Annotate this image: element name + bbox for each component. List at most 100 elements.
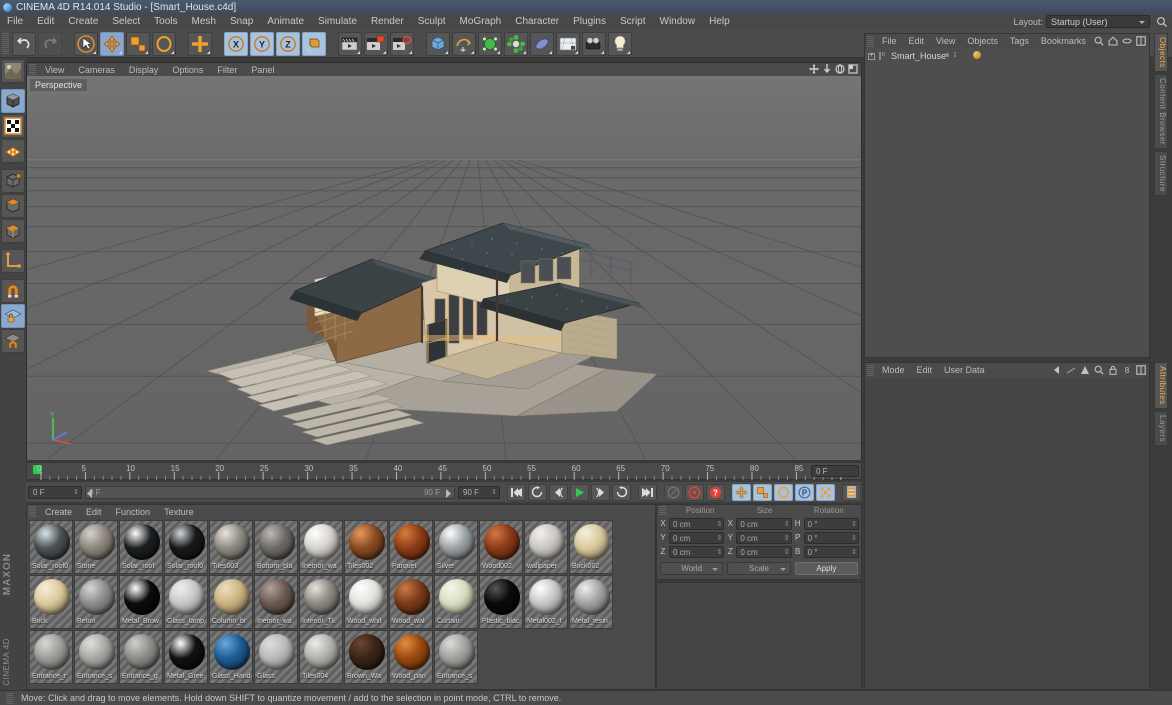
viewport-menu-options[interactable]: Options xyxy=(165,65,210,75)
points-mode[interactable] xyxy=(1,139,25,163)
material-swatch[interactable]: Plastic_blac xyxy=(479,575,523,629)
light[interactable] xyxy=(608,31,632,56)
pos-x-field[interactable]: 0 cm xyxy=(669,517,725,530)
material-swatch[interactable]: Solar_roof xyxy=(119,520,163,574)
render-settings[interactable] xyxy=(390,31,414,56)
right-tab-attributes[interactable]: Attributes xyxy=(1154,362,1168,409)
object-menu-edit[interactable]: Edit xyxy=(903,36,931,46)
workplane-magnet[interactable] xyxy=(1,329,25,353)
right-tab-content-browser[interactable]: Content Browser xyxy=(1154,73,1168,149)
array-modeling[interactable] xyxy=(504,31,528,56)
render-region[interactable] xyxy=(364,31,388,56)
object-menu-view[interactable]: View xyxy=(930,36,961,46)
material-swatch[interactable]: Glass xyxy=(254,630,298,684)
attribute-grip[interactable] xyxy=(867,364,874,376)
back-arrow-icon[interactable] xyxy=(1052,365,1062,375)
material-tag-icon[interactable] xyxy=(973,51,981,59)
apply-button[interactable]: Apply xyxy=(794,561,858,575)
orbit-icon[interactable] xyxy=(835,64,845,74)
previous-frame-button[interactable] xyxy=(549,483,568,501)
lock-icon[interactable] xyxy=(1108,365,1118,375)
viewport-grip[interactable] xyxy=(29,64,36,75)
coordinate-system-dropdown[interactable]: World xyxy=(660,561,724,575)
material-swatch[interactable]: Bottom_pla xyxy=(254,520,298,574)
material-menu-function[interactable]: Function xyxy=(109,507,158,517)
camera[interactable] xyxy=(582,31,606,56)
texture-tool[interactable] xyxy=(1,59,25,83)
attribute-menu-user-data[interactable]: User Data xyxy=(938,365,991,375)
material-swatch[interactable]: Wood_pan xyxy=(389,630,433,684)
material-menu-texture[interactable]: Texture xyxy=(157,507,201,517)
menu-item-plugins[interactable]: Plugins xyxy=(566,14,613,30)
material-swatch[interactable]: Tiles003 xyxy=(209,520,253,574)
rot-b-field[interactable]: 0 ° xyxy=(803,545,859,558)
menu-item-help[interactable]: Help xyxy=(702,14,737,30)
menu-item-mograph[interactable]: MoGraph xyxy=(453,14,509,30)
go-to-start-button[interactable] xyxy=(507,483,526,501)
texture-mode[interactable] xyxy=(1,114,25,138)
layout-dropdown[interactable]: Startup (User) xyxy=(1046,15,1150,28)
material-swatch[interactable]: Metal_Gree xyxy=(164,630,208,684)
record-active-objects-button[interactable] xyxy=(664,483,683,501)
menu-item-script[interactable]: Script xyxy=(613,14,653,30)
object-row-smart-house[interactable]: + 0 Smart_House xyxy=(865,50,1149,62)
autokeying-button[interactable] xyxy=(685,483,704,501)
viewport-3d[interactable]: Perspective Y xyxy=(27,76,861,460)
pan-icon[interactable] xyxy=(809,64,819,74)
right-tab-objects[interactable]: Objects xyxy=(1154,33,1168,72)
material-swatch[interactable]: Stone xyxy=(74,520,118,574)
scrub-right-arrow-icon[interactable] xyxy=(443,488,453,499)
render-view[interactable] xyxy=(338,31,362,56)
attribute-menu-edit[interactable]: Edit xyxy=(911,365,939,375)
viewport-menu-panel[interactable]: Panel xyxy=(244,65,281,75)
material-swatch[interactable]: Tiles002 xyxy=(344,520,388,574)
material-swatch[interactable]: Solar_roof0 xyxy=(29,520,73,574)
minus-icon[interactable] xyxy=(1122,36,1132,46)
viewport-menu-display[interactable]: Display xyxy=(122,65,166,75)
play-button[interactable] xyxy=(570,483,589,501)
size-mode-dropdown[interactable]: Scale xyxy=(727,561,791,575)
rot-h-field[interactable]: 0 ° xyxy=(803,517,859,530)
status-grip[interactable] xyxy=(6,692,13,704)
position-key-button[interactable] xyxy=(732,483,751,501)
material-swatch[interactable]: Wood_whit xyxy=(344,575,388,629)
fullscreen-icon[interactable] xyxy=(1136,36,1146,46)
keyframe-selection-button[interactable]: ? xyxy=(706,483,725,501)
pos-y-field[interactable]: 0 cm xyxy=(669,531,725,544)
menu-item-simulate[interactable]: Simulate xyxy=(311,14,364,30)
object-axis[interactable] xyxy=(1,249,25,273)
coordinates-grip[interactable] xyxy=(659,506,666,515)
cube-primitive[interactable] xyxy=(426,31,450,56)
viewport-menu-view[interactable]: View xyxy=(38,65,71,75)
smart-house-model[interactable] xyxy=(187,191,687,456)
size-y-field[interactable]: 0 cm xyxy=(736,531,792,544)
menu-item-file[interactable]: File xyxy=(0,14,30,30)
material-swatch[interactable]: Column_br xyxy=(209,575,253,629)
material-swatch[interactable]: Curtain xyxy=(434,575,478,629)
loop-button[interactable] xyxy=(612,483,631,501)
timeline-layout-button[interactable] xyxy=(842,483,861,501)
axis-mode[interactable] xyxy=(1,219,25,243)
spline-pen[interactable] xyxy=(452,31,476,56)
material-swatch[interactable]: Beton xyxy=(74,575,118,629)
undo-button[interactable] xyxy=(12,31,36,56)
menu-item-sculpt[interactable]: Sculpt xyxy=(411,14,453,30)
page-icon[interactable]: 8 xyxy=(1122,365,1132,375)
maximize-icon[interactable] xyxy=(848,64,858,74)
attribute-menu-mode[interactable]: Mode xyxy=(876,365,911,375)
search-icon[interactable] xyxy=(1156,16,1168,28)
search-icon[interactable] xyxy=(1094,365,1104,375)
end-frame-field[interactable]: 90 F xyxy=(458,485,500,499)
object-grip[interactable] xyxy=(867,35,874,47)
scale-key-button[interactable] xyxy=(753,483,772,501)
next-frame-button[interactable] xyxy=(591,483,610,501)
menu-item-snap[interactable]: Snap xyxy=(223,14,260,30)
scale-tool[interactable] xyxy=(126,31,150,56)
menu-item-tools[interactable]: Tools xyxy=(147,14,184,30)
material-swatch[interactable]: Interior_Til xyxy=(299,575,343,629)
right-tab-structure[interactable]: Structure xyxy=(1154,150,1168,196)
object-menu-objects[interactable]: Objects xyxy=(961,36,1004,46)
play-backwards-button[interactable] xyxy=(528,483,547,501)
live-selection-tool[interactable] xyxy=(74,31,98,56)
material-swatch[interactable]: Inetrior_wa xyxy=(254,575,298,629)
